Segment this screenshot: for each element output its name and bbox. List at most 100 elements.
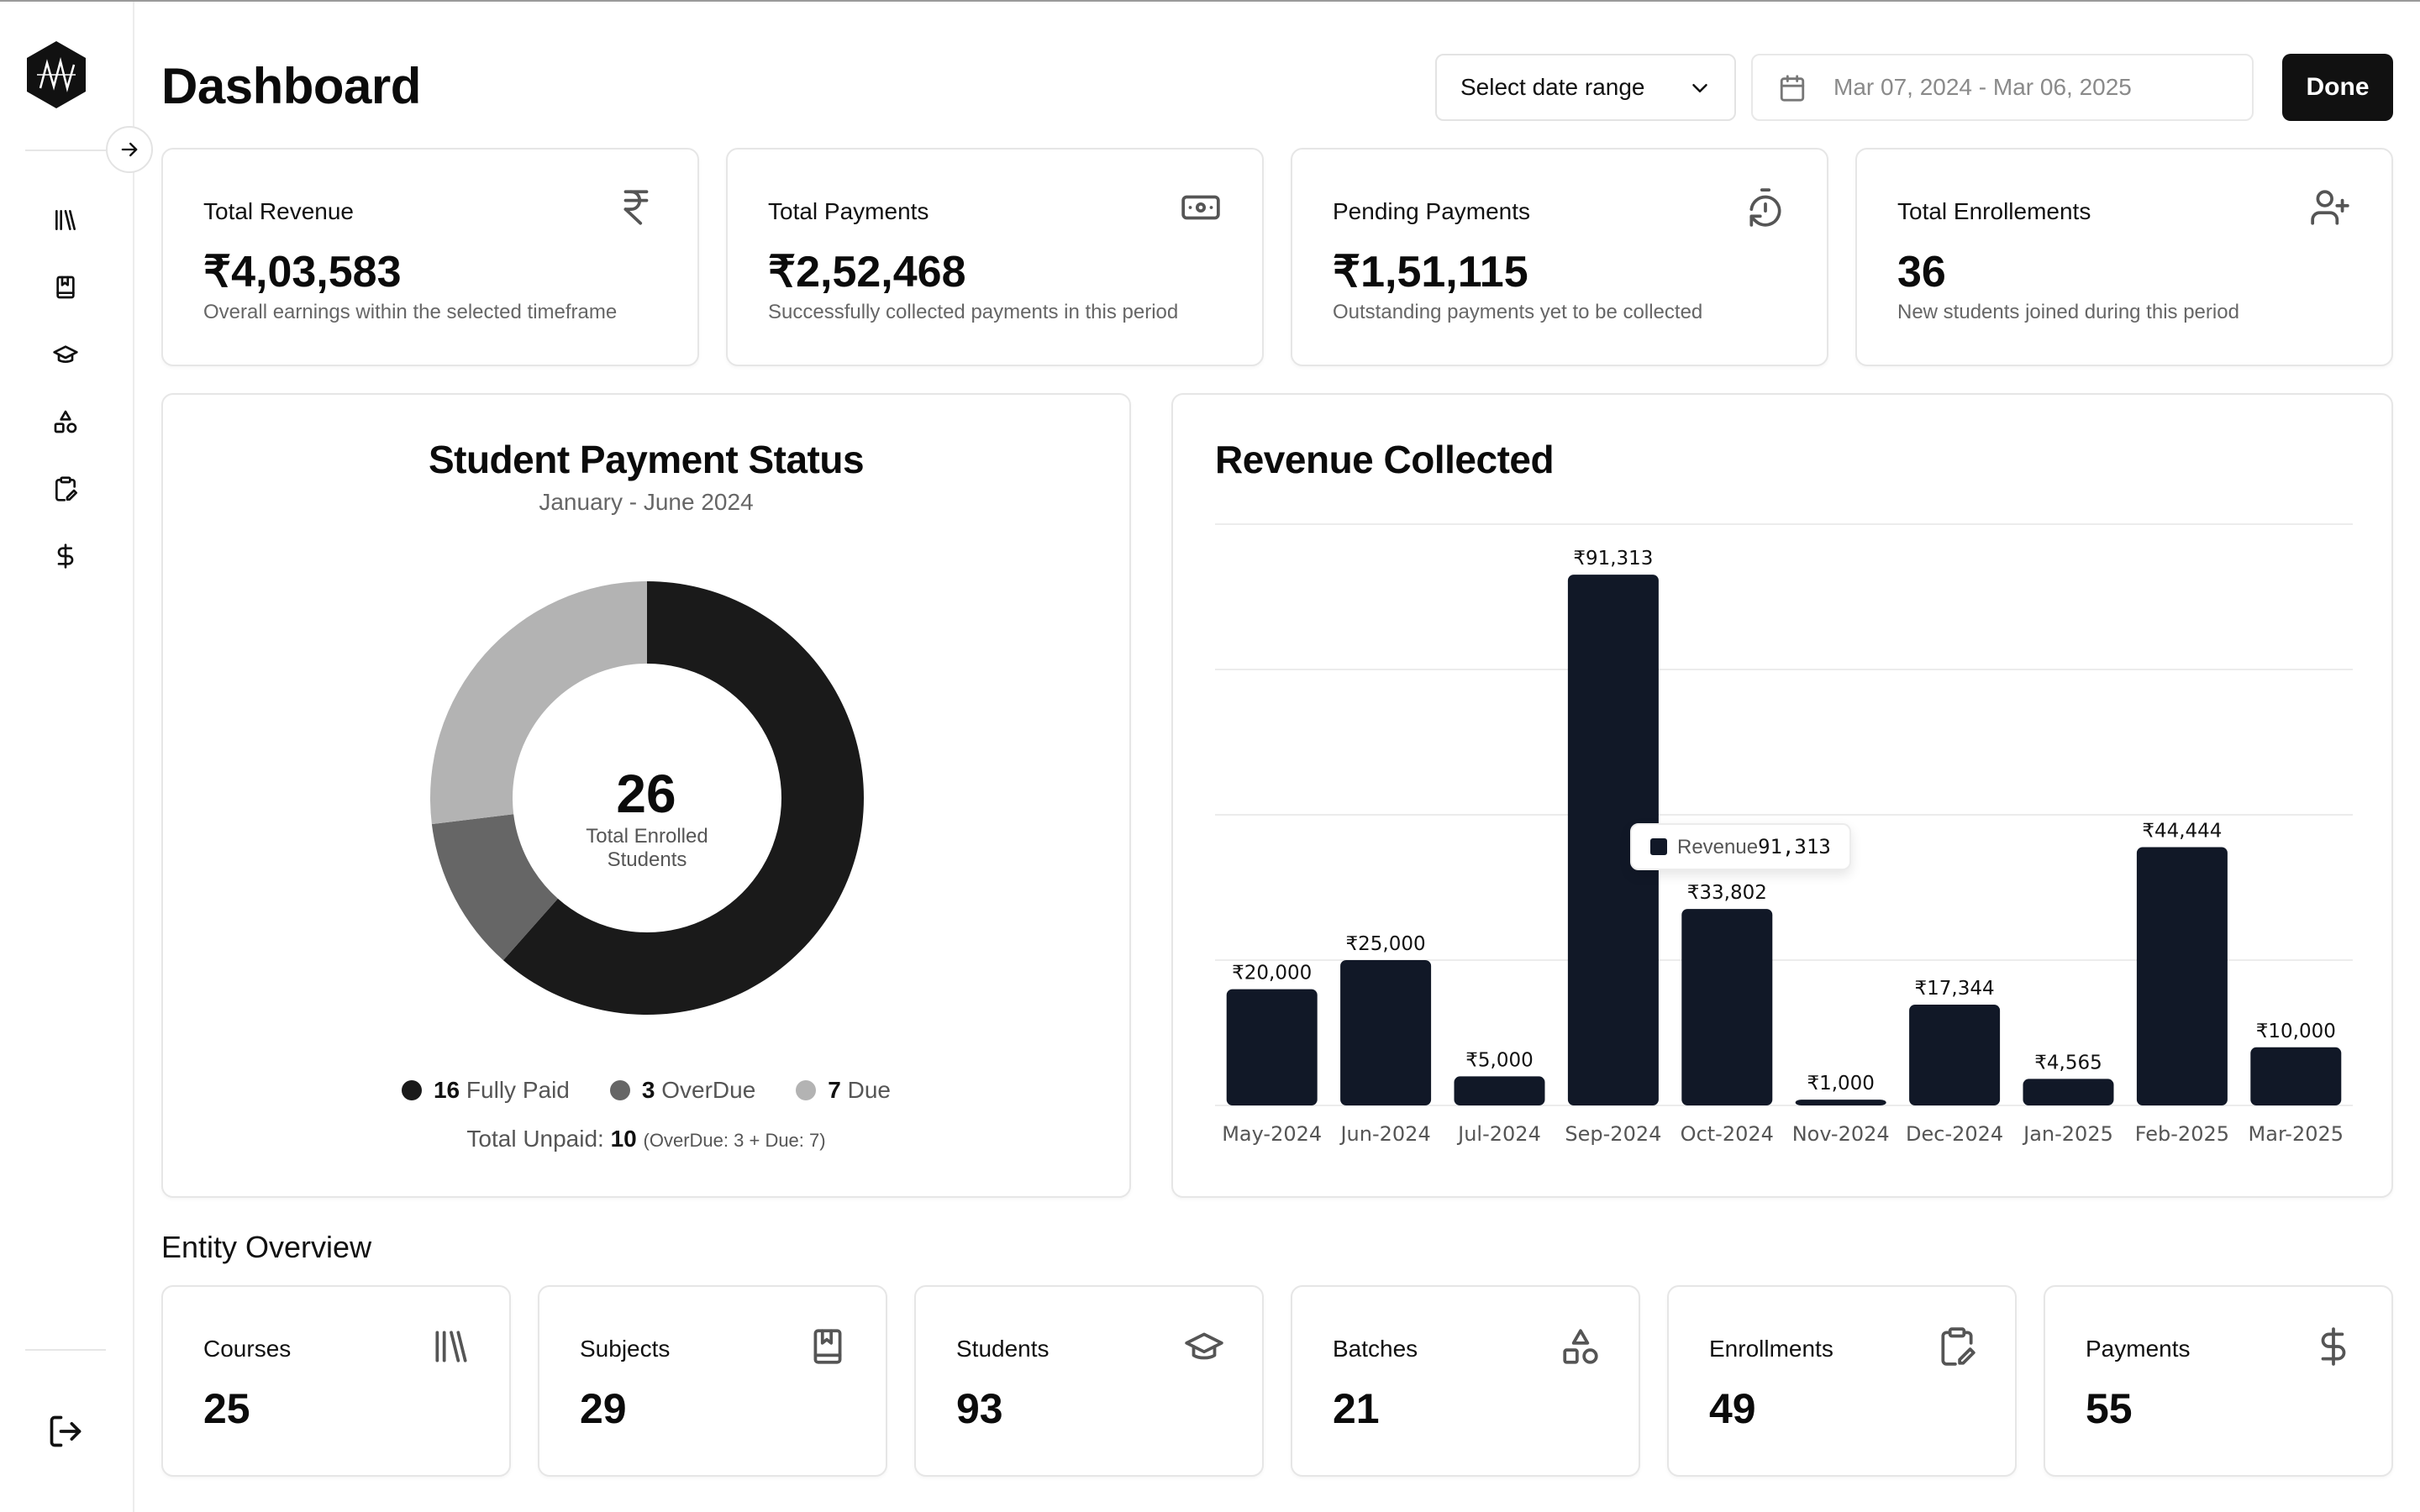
- book-bookmark-icon: [56, 276, 75, 299]
- sidebar: [0, 2, 134, 1512]
- chart-legend: 16 Fully Paid 3 OverDue 7 Due: [163, 1077, 1129, 1104]
- x-tick-label: Jan-2025: [2022, 1122, 2113, 1146]
- entity-card-payments[interactable]: Payments 55: [2044, 1285, 2393, 1477]
- arrow-right-icon: [121, 142, 138, 157]
- logout-icon[interactable]: [47, 1413, 84, 1450]
- library-icon: [55, 210, 76, 230]
- date-range-picker[interactable]: Mar 07, 2024 - Mar 06, 2025: [1751, 54, 2254, 121]
- x-tick-label: Nov-2024: [1792, 1122, 1890, 1146]
- stat-card-total-revenue: Total Revenue ₹4,03,583 Overall earnings…: [161, 148, 699, 366]
- x-tick-label: Oct-2024: [1681, 1122, 1774, 1146]
- user-plus-icon: [2311, 190, 2349, 225]
- chart-title: Student Payment Status: [428, 438, 865, 481]
- tooltip-swatch: [1650, 838, 1667, 855]
- stat-label: Total Revenue: [203, 198, 355, 224]
- graduation-cap-icon: [53, 345, 78, 363]
- stat-value: ₹4,03,583: [203, 248, 402, 297]
- entity-value: 49: [1709, 1385, 1756, 1432]
- entity-card-courses[interactable]: Courses 25: [161, 1285, 511, 1477]
- bar-feb-2025[interactable]: [2136, 847, 2228, 1105]
- entity-overview-title: Entity Overview: [161, 1230, 372, 1264]
- bar-value-label: ₹1,000: [1807, 1073, 1874, 1095]
- tooltip-label: Revenue: [1677, 835, 1759, 858]
- x-tick-label: Dec-2024: [1906, 1122, 2003, 1146]
- entity-card-subjects[interactable]: Subjects 29: [538, 1285, 887, 1477]
- sidebar-item-courses[interactable]: [50, 205, 81, 235]
- entity-card-batches[interactable]: Batches 21: [1291, 1285, 1640, 1477]
- bar-value-label: ₹44,444: [2142, 820, 2222, 842]
- app-logo[interactable]: [25, 39, 87, 110]
- stat-description: Overall earnings within the selected tim…: [203, 301, 618, 323]
- rupee-icon: [623, 190, 649, 225]
- bar-nov-2024[interactable]: [1795, 1100, 1886, 1105]
- stat-value: ₹2,52,468: [768, 248, 966, 297]
- legend-item-due: 7 Due: [796, 1077, 891, 1104]
- x-tick-label: Mar-2025: [2249, 1122, 2344, 1146]
- entity-value: 55: [2086, 1385, 2133, 1432]
- done-button[interactable]: Done: [2282, 54, 2393, 121]
- tooltip-value: 91,313: [1758, 834, 1831, 858]
- entity-value: 93: [956, 1385, 1003, 1432]
- unpaid-value: 10: [610, 1126, 637, 1152]
- chart-subtitle: January - June 2024: [539, 489, 754, 515]
- sidebar-expand-button[interactable]: [106, 126, 153, 173]
- entity-label: Students: [956, 1336, 1050, 1362]
- shapes-icon: [1563, 1329, 1598, 1364]
- sidebar-item-payments[interactable]: [50, 541, 81, 571]
- bar-mar-2025[interactable]: [2250, 1047, 2342, 1105]
- chart-title: Revenue Collected: [1215, 438, 1555, 481]
- sidebar-item-enrollments[interactable]: [50, 474, 81, 504]
- stat-card-total-payments: Total Payments ₹2,52,468 Successfully co…: [726, 148, 1264, 366]
- sidebar-item-students[interactable]: [50, 339, 81, 370]
- entity-card-enrollments[interactable]: Enrollments 49: [1667, 1285, 2017, 1477]
- bar-value-label: ₹4,565: [2034, 1052, 2102, 1074]
- stat-value: 36: [1897, 248, 1946, 297]
- entity-label: Courses: [203, 1336, 292, 1362]
- stat-label: Pending Payments: [1333, 198, 1531, 224]
- legend-label: Fully Paid: [466, 1077, 570, 1103]
- x-tick-label: Jun-2024: [1339, 1122, 1430, 1146]
- date-range-select[interactable]: Select date range: [1435, 54, 1736, 121]
- bar-value-label: ₹17,344: [1915, 978, 1995, 1000]
- entity-value: 21: [1333, 1385, 1380, 1432]
- clipboard-edit-icon: [55, 476, 77, 501]
- shapes-icon: [54, 410, 77, 433]
- top-border: [0, 0, 2420, 2]
- entity-label: Enrollments: [1709, 1336, 1833, 1362]
- bar-value-label: ₹20,000: [1232, 963, 1312, 984]
- stat-description: Outstanding payments yet to be collected: [1333, 301, 1703, 323]
- payment-status-card: Student Payment Status January - June 20…: [161, 393, 1131, 1198]
- sidebar-item-batches[interactable]: [50, 407, 81, 437]
- legend-swatch: [609, 1080, 630, 1100]
- legend-item-fully-paid: 16 Fully Paid: [401, 1077, 570, 1104]
- stat-value: ₹1,51,115: [1333, 248, 1528, 297]
- sidebar-divider-bottom: [25, 1349, 106, 1351]
- legend-count: 16: [433, 1077, 460, 1103]
- donut-center-value: 26: [616, 764, 676, 824]
- entity-value: 25: [203, 1385, 250, 1432]
- x-tick-label: May-2024: [1222, 1122, 1322, 1146]
- unpaid-detail: (OverDue: 3 + Due: 7): [643, 1130, 826, 1151]
- bar-value-label: ₹33,802: [1687, 882, 1767, 904]
- legend-count: 7: [828, 1077, 841, 1103]
- sidebar-item-subjects[interactable]: [50, 272, 81, 302]
- bar-jul-2024[interactable]: [1454, 1076, 1545, 1105]
- bar-dec-2024[interactable]: [1909, 1004, 2001, 1105]
- book-bookmark-icon: [813, 1329, 842, 1364]
- legend-count: 3: [641, 1077, 655, 1103]
- bar-jun-2024[interactable]: [1340, 960, 1432, 1105]
- stat-label: Total Enrollements: [1897, 198, 2091, 224]
- stat-description: New students joined during this period: [1897, 301, 2239, 323]
- library-icon: [435, 1331, 467, 1362]
- page-title: Dashboard: [161, 58, 421, 114]
- donut-center-label: Total Enrolled Students: [563, 825, 731, 872]
- stat-description: Successfully collected payments in this …: [768, 301, 1179, 323]
- entity-card-students[interactable]: Students 93: [914, 1285, 1264, 1477]
- bar-jan-2025[interactable]: [2023, 1079, 2114, 1105]
- bar-value-label: ₹91,313: [1573, 548, 1653, 570]
- bar-oct-2024[interactable]: [1681, 909, 1773, 1105]
- stat-card-pending-payments: Pending Payments ₹1,51,115 Outstanding p…: [1291, 148, 1828, 366]
- bar-may-2024[interactable]: [1226, 989, 1318, 1105]
- dollar-sign-icon: [2321, 1327, 2346, 1366]
- donut-center-label-line2: Students: [607, 848, 687, 871]
